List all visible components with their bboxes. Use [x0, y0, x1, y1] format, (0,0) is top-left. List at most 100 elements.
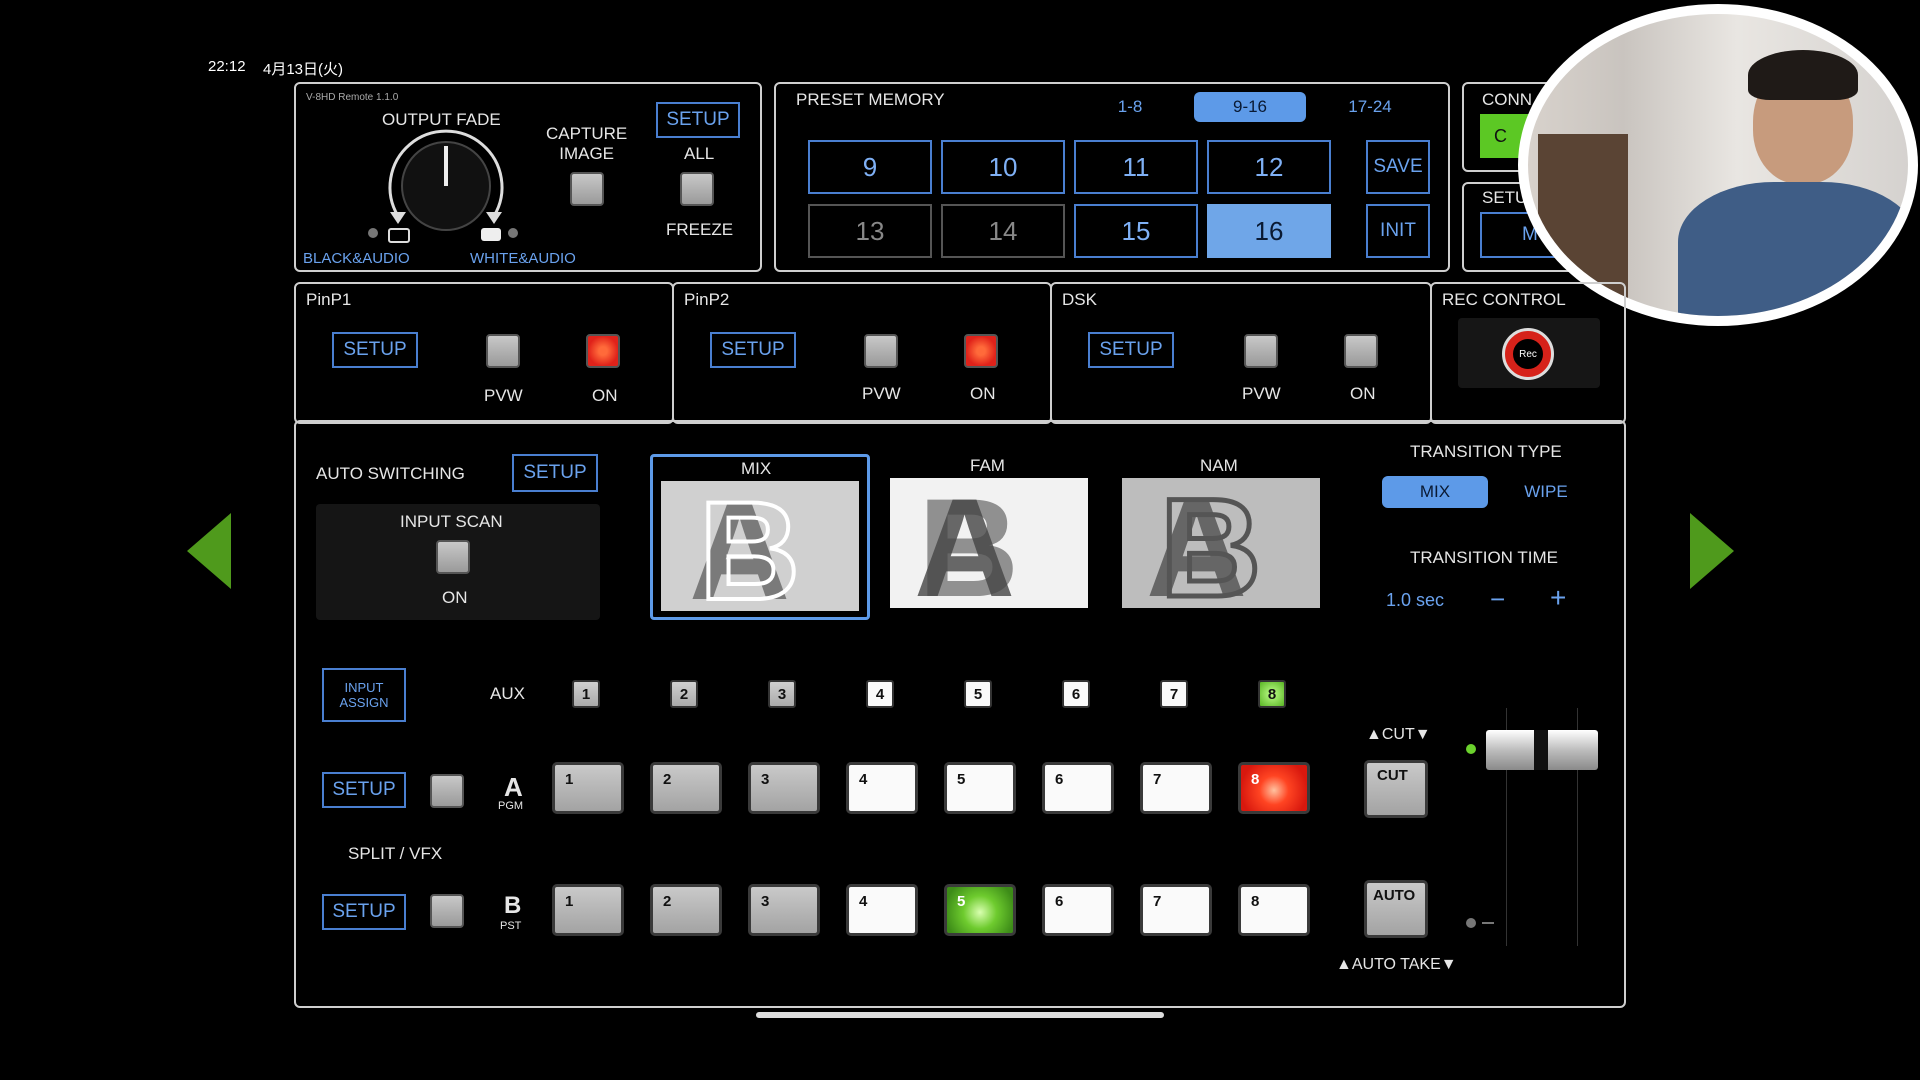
preset-12[interactable]: 12 [1207, 140, 1331, 194]
auto-switching-title: AUTO SWITCHING [316, 464, 465, 483]
pinp2-setup-button[interactable]: SETUP [710, 332, 796, 368]
output-fade-title: OUTPUT FADE [382, 110, 501, 129]
pgm-button-2[interactable]: 2 [650, 762, 722, 814]
pgm-button-5[interactable]: 5 [944, 762, 1016, 814]
rec-control-title: REC CONTROL [1442, 290, 1566, 309]
aux-button-1[interactable]: 1 [572, 680, 600, 708]
next-page-arrow-icon[interactable] [1690, 513, 1734, 589]
pst-button-2[interactable]: 2 [650, 884, 722, 936]
aux-button-3[interactable]: 3 [768, 680, 796, 708]
input-assign-button[interactable]: INPUT ASSIGN [322, 668, 406, 722]
auto-button[interactable]: AUTO [1364, 880, 1428, 938]
preset-11[interactable]: 11 [1074, 140, 1198, 194]
transition-type-mix[interactable]: MIX [1382, 476, 1488, 508]
white-fade-switch[interactable] [481, 228, 501, 241]
dsk-on-button[interactable] [1344, 334, 1378, 368]
rec-button[interactable]: Rec [1502, 328, 1554, 380]
capture-image-button[interactable] [570, 172, 604, 206]
tbar-handle[interactable] [1486, 730, 1598, 770]
dsk-setup-button[interactable]: SETUP [1088, 332, 1174, 368]
preset-16[interactable]: 16 [1207, 204, 1331, 258]
bus-b-setup-button[interactable]: SETUP [322, 894, 406, 930]
dsk-pvw-button[interactable] [1244, 334, 1278, 368]
pst-button-1[interactable]: 1 [552, 884, 624, 936]
pst-button-3[interactable]: 3 [748, 884, 820, 936]
pinp1-panel: PinP1 SETUP PVW ON [294, 282, 674, 424]
fam-mode-label: FAM [970, 456, 1005, 475]
pst-button-7[interactable]: 7 [1140, 884, 1212, 936]
preset-13[interactable]: 13 [808, 204, 932, 258]
bus-a-toggle[interactable] [430, 774, 464, 808]
mix-mode-label: MIX [741, 459, 772, 478]
rec-label: Rec [1519, 348, 1537, 360]
preset-15[interactable]: 15 [1074, 204, 1198, 258]
auto-take-title: ▲AUTO TAKE▼ [1336, 956, 1457, 973]
input-assign-label: INPUT ASSIGN [339, 680, 389, 710]
preset-14[interactable]: 14 [941, 204, 1065, 258]
pinp1-setup-button[interactable]: SETUP [332, 332, 418, 368]
fam-mode-option[interactable]: FAM BA [882, 454, 1102, 620]
nam-mode-option[interactable]: NAM AB [1114, 454, 1334, 620]
pst-button-6[interactable]: 6 [1042, 884, 1114, 936]
status-date: 4月13日(火) [263, 61, 344, 78]
pinp1-title: PinP1 [306, 290, 352, 309]
mix-mode-thumbnail: AB [661, 481, 859, 611]
pst-button-5[interactable]: 5 [944, 884, 1016, 936]
aux-button-4[interactable]: 4 [866, 680, 894, 708]
pinp2-on-label: ON [970, 384, 996, 403]
preset-memory-title: PRESET MEMORY [796, 90, 945, 109]
preset-10[interactable]: 10 [941, 140, 1065, 194]
aux-button-2[interactable]: 2 [670, 680, 698, 708]
preset-init-button[interactable]: INIT [1366, 204, 1430, 258]
pst-button-4[interactable]: 4 [846, 884, 918, 936]
output-fade-knob[interactable] [376, 128, 516, 238]
aux-button-7[interactable]: 7 [1160, 680, 1188, 708]
bus-a-setup-button[interactable]: SETUP [322, 772, 406, 808]
bank-1-8[interactable]: 1-8 [1074, 92, 1186, 122]
freeze-label: FREEZE [666, 220, 734, 239]
bus-b-toggle[interactable] [430, 894, 464, 928]
preset-save-button[interactable]: SAVE [1366, 140, 1430, 194]
main-switcher-panel: AUTO SWITCHING SETUP INPUT SCAN ON MIX A… [294, 420, 1626, 1008]
aux-button-5[interactable]: 5 [964, 680, 992, 708]
auto-switching-setup-button[interactable]: SETUP [512, 454, 598, 492]
dsk-title: DSK [1062, 290, 1097, 309]
input-scan-label: INPUT SCAN [400, 512, 503, 531]
pinp1-on-button[interactable] [586, 334, 620, 368]
svg-text:B: B [699, 481, 800, 611]
tbar-indicator-a [1466, 744, 1476, 754]
output-setup-button[interactable]: SETUP [656, 102, 740, 138]
rec-control-panel: REC CONTROL Rec [1430, 282, 1626, 424]
aux-label: AUX [490, 684, 525, 703]
pst-button-8[interactable]: 8 [1238, 884, 1310, 936]
pgm-button-4[interactable]: 4 [846, 762, 918, 814]
bank-17-24[interactable]: 17-24 [1314, 92, 1426, 122]
transition-type-wipe[interactable]: WIPE [1496, 476, 1596, 508]
black-audio-label: BLACK&AUDIO [303, 250, 410, 267]
connection-title: CONN [1482, 90, 1533, 109]
mix-mode-option[interactable]: MIX AB [650, 454, 870, 620]
pinp2-on-button[interactable] [964, 334, 998, 368]
black-fade-switch[interactable] [388, 228, 410, 243]
preset-9[interactable]: 9 [808, 140, 932, 194]
cut-title: ▲CUT▼ [1366, 726, 1431, 743]
pgm-button-6[interactable]: 6 [1042, 762, 1114, 814]
pgm-button-7[interactable]: 7 [1140, 762, 1212, 814]
pgm-button-1[interactable]: 1 [552, 762, 624, 814]
transition-time-minus-button[interactable]: − [1490, 584, 1505, 615]
pinp2-pvw-button[interactable] [864, 334, 898, 368]
input-scan-button[interactable] [436, 540, 470, 574]
bus-a-letter: A [504, 772, 523, 802]
pgm-button-3[interactable]: 3 [748, 762, 820, 814]
aux-button-8[interactable]: 8 [1258, 680, 1286, 708]
cut-button[interactable]: CUT [1364, 760, 1428, 818]
bank-9-16[interactable]: 9-16 [1194, 92, 1306, 122]
aux-button-6[interactable]: 6 [1062, 680, 1090, 708]
tbar-indicator-b-line [1482, 922, 1494, 924]
freeze-button[interactable] [680, 172, 714, 206]
pgm-button-8[interactable]: 8 [1238, 762, 1310, 814]
previous-page-arrow-icon[interactable] [187, 513, 231, 589]
pinp1-pvw-button[interactable] [486, 334, 520, 368]
black-indicator [368, 228, 378, 238]
transition-time-plus-button[interactable]: + [1550, 582, 1566, 614]
